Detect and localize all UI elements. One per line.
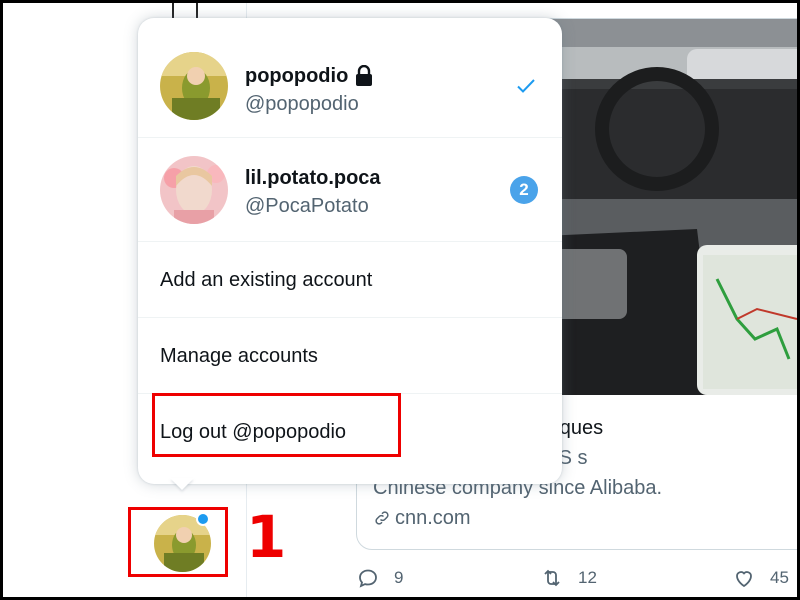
like-count: 45 xyxy=(770,568,789,587)
checkmark-icon xyxy=(517,79,535,93)
card-link[interactable]: cnn.com xyxy=(373,503,800,533)
reply-action[interactable]: 9 xyxy=(356,566,403,590)
annotation-box-1 xyxy=(128,507,228,577)
like-action[interactable]: 45 xyxy=(732,566,789,590)
manage-accounts-item[interactable]: Manage accounts xyxy=(138,318,562,394)
add-existing-account-item[interactable]: Add an existing account xyxy=(138,242,562,318)
retweet-icon xyxy=(544,569,560,587)
account-display-name: lil.potato.poca xyxy=(245,166,381,190)
account-row-secondary[interactable]: lil.potato.poca @PocaPotato 2 xyxy=(138,138,562,242)
link-icon xyxy=(375,511,389,525)
annotation-box-2 xyxy=(152,393,401,457)
like-icon xyxy=(736,571,752,588)
account-display-name: popopodio xyxy=(245,64,374,88)
account-name-text: lil.potato.poca xyxy=(245,167,381,189)
account-handle: @PocaPotato xyxy=(245,195,369,217)
account-name-text: popopodio xyxy=(245,65,349,87)
account-row-active[interactable]: popopodio @popopodio xyxy=(138,18,562,138)
avatar xyxy=(160,156,228,224)
lock-icon xyxy=(356,65,373,86)
popup-arrow xyxy=(170,478,194,490)
retweet-action[interactable]: 12 xyxy=(540,566,597,590)
retweet-count: 12 xyxy=(578,568,597,587)
reply-icon xyxy=(359,569,377,588)
notification-count-badge: 2 xyxy=(510,176,538,204)
reply-count: 9 xyxy=(394,568,404,587)
link-domain: cnn.com xyxy=(395,507,471,529)
account-handle: @popopodio xyxy=(245,93,359,115)
annotation-number-1: 1 xyxy=(246,503,287,571)
avatar xyxy=(160,52,228,120)
